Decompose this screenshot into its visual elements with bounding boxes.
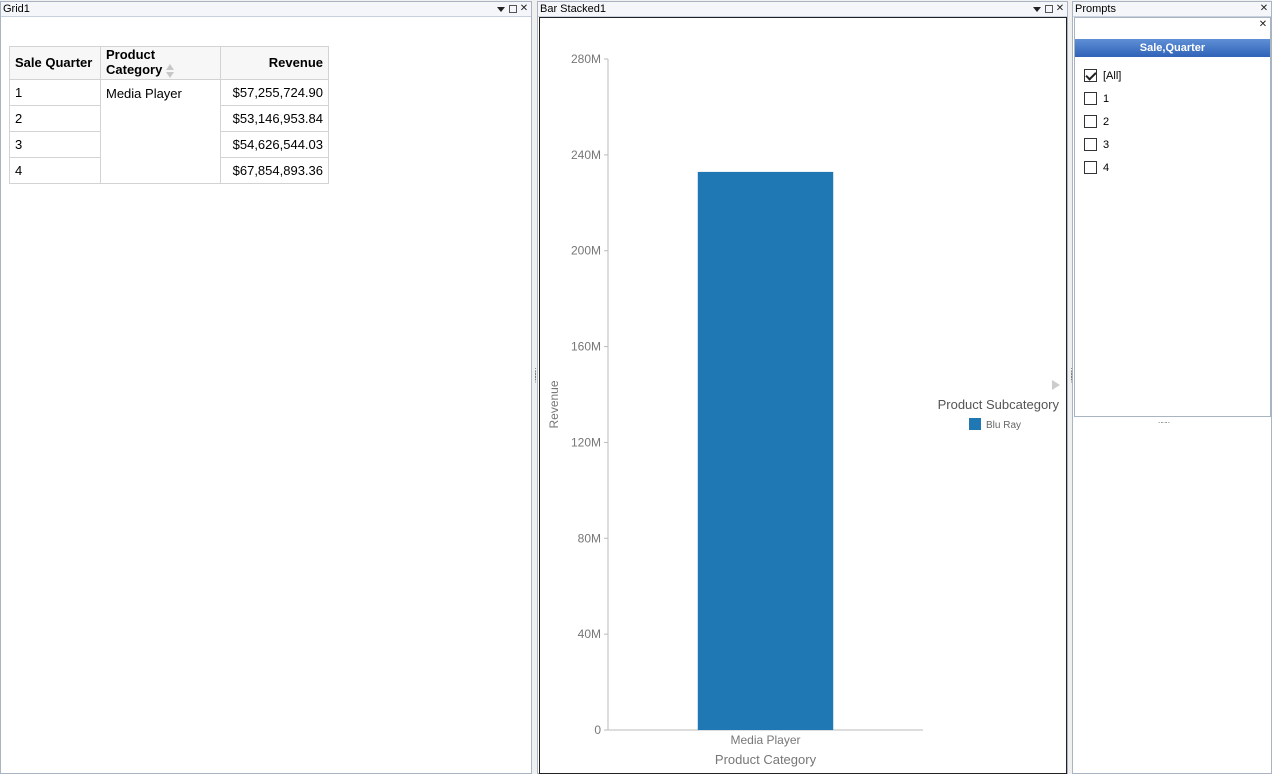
- y-tick-label: 200M: [571, 244, 601, 258]
- prompt-option-label: 4: [1103, 161, 1110, 174]
- chart-area: 0 40M 80M 120M 160M 200M 240M 280M Media Player P…: [539, 17, 1067, 774]
- prompt-options-list: [All] 1 2 3 4: [1075, 57, 1270, 179]
- grid-panel: Grid1 ✕ Sale Quarter Product Category Re…: [0, 1, 532, 774]
- checkbox[interactable]: [1084, 92, 1097, 105]
- checkbox[interactable]: [1084, 161, 1097, 174]
- chart-panel-title: Bar Stacked1: [540, 3, 607, 15]
- x-axis-title: Product Category: [715, 752, 817, 767]
- legend-swatch: [969, 418, 981, 430]
- y-tick-label: 280M: [571, 52, 601, 66]
- close-icon[interactable]: ✕: [1055, 4, 1065, 14]
- close-icon[interactable]: ✕: [1259, 4, 1269, 14]
- checkbox[interactable]: [1084, 138, 1097, 151]
- y-axis-title: Revenue: [547, 380, 561, 428]
- maximize-icon[interactable]: [509, 5, 517, 13]
- prompts-panel-titlebar[interactable]: Prompts ✕: [1073, 2, 1271, 17]
- cell-revenue: $53,146,953.84: [220, 104, 329, 132]
- grid-header-row: Sale Quarter Product Category Revenue: [9, 46, 329, 80]
- close-icon[interactable]: ✕: [1258, 20, 1268, 30]
- prompts-panel-title: Prompts: [1075, 3, 1116, 15]
- y-tick-label: 40M: [578, 627, 601, 641]
- legend-title: Product Subcategory: [938, 397, 1060, 412]
- prompt-option-label: 2: [1103, 115, 1110, 128]
- chevron-down-icon[interactable]: [1033, 6, 1041, 12]
- table-row: 1 Media Player $57,255,724.90: [9, 78, 329, 184]
- prompt-option-label: 1: [1103, 92, 1110, 105]
- column-header-product-category[interactable]: Product Category: [100, 46, 221, 80]
- column-header-revenue[interactable]: Revenue: [220, 46, 329, 80]
- sort-icon[interactable]: [166, 63, 175, 79]
- prompt-option-1[interactable]: 1: [1084, 87, 1270, 110]
- x-tick-label: Media Player: [730, 733, 800, 747]
- prompt-header: Sale,Quarter: [1075, 39, 1270, 57]
- column-header-label: Product Category: [106, 47, 163, 77]
- legend-label: Blu Ray: [986, 420, 1021, 431]
- checkbox[interactable]: [1084, 115, 1097, 128]
- y-tick-label: 240M: [571, 148, 601, 162]
- data-grid: Sale Quarter Product Category Revenue 1 …: [9, 46, 329, 184]
- prompt-option-label: 3: [1103, 138, 1110, 151]
- maximize-icon[interactable]: [1045, 5, 1053, 13]
- legend-expand-icon: [1052, 380, 1060, 390]
- prompt-container: ✕ Sale,Quarter [All] 1 2 3 4: [1074, 17, 1271, 417]
- y-tick-label: 0: [594, 723, 601, 737]
- y-tick-label: 120M: [571, 435, 601, 449]
- resize-handle[interactable]: ‥‥‥: [1158, 417, 1170, 425]
- prompt-subbar: ✕: [1075, 18, 1270, 34]
- bar-chart: 0 40M 80M 120M 160M 200M 240M 280M Media Player P…: [547, 52, 1060, 767]
- prompt-option-all[interactable]: [All]: [1084, 64, 1270, 87]
- chevron-down-icon[interactable]: [497, 6, 505, 12]
- cell-revenue: $57,255,724.90: [220, 78, 329, 106]
- prompt-option-3[interactable]: 3: [1084, 133, 1270, 156]
- chart-panel-titlebar[interactable]: Bar Stacked1 ✕: [538, 2, 1067, 17]
- cell-quarter: 3: [9, 130, 101, 158]
- checkbox[interactable]: [1084, 69, 1097, 82]
- cell-quarter: 1: [9, 78, 101, 106]
- prompt-option-label: [All]: [1103, 69, 1122, 82]
- chart-panel: Bar Stacked1 ✕ 0 40M 80M 120M 160M 200M 240M 28…: [537, 1, 1068, 774]
- prompt-option-2[interactable]: 2: [1084, 110, 1270, 133]
- grid-panel-titlebar[interactable]: Grid1 ✕: [1, 2, 531, 17]
- splitter-handle-left[interactable]: ⋮ ⋮ ⋮ ⋮: [532, 368, 539, 384]
- y-tick-label: 80M: [578, 531, 601, 545]
- bar: [697, 171, 834, 730]
- prompts-panel: Prompts ✕ ✕ Sale,Quarter [All] 1 2 3 4 ‥…: [1072, 1, 1272, 774]
- cell-revenue: $54,626,544.03: [220, 130, 329, 158]
- cell-category: Media Player: [100, 78, 221, 184]
- cell-revenue: $67,854,893.36: [220, 156, 329, 184]
- cell-quarter: 2: [9, 104, 101, 132]
- cell-quarter: 4: [9, 156, 101, 184]
- column-header-sale-quarter[interactable]: Sale Quarter: [9, 46, 101, 80]
- y-tick-label: 160M: [571, 340, 601, 354]
- close-icon[interactable]: ✕: [519, 4, 529, 14]
- prompt-option-4[interactable]: 4: [1084, 156, 1270, 179]
- grid-panel-title: Grid1: [3, 3, 30, 15]
